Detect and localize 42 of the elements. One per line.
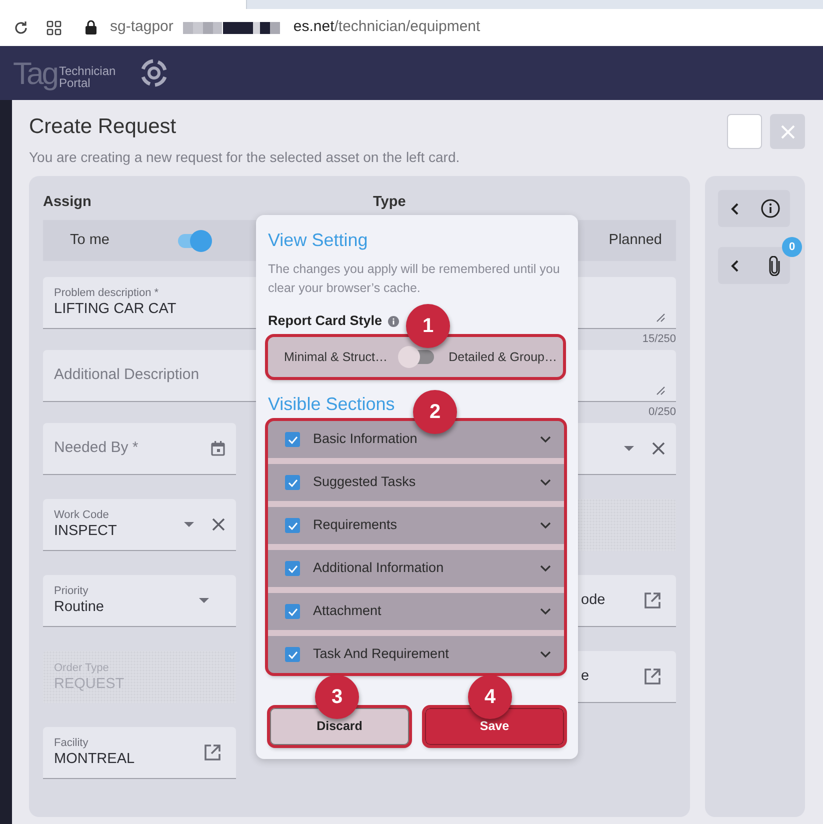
callout-marker: 3 <box>315 675 359 719</box>
field-label: Work Code <box>54 508 109 522</box>
field-label: Problem description * <box>54 286 159 300</box>
field-value: INSPECT <box>54 522 117 541</box>
toggle-label: Planned <box>608 230 662 250</box>
page-subtitle: You are creating a new request for the selected asset on the left card. <box>29 148 460 166</box>
section-label: Additional Information <box>313 559 445 578</box>
logo-text: Technician <box>58 64 116 76</box>
url-text: /technician/equipment <box>334 17 480 38</box>
url-text: es.net <box>293 17 334 38</box>
field-value: MONTREAL <box>54 750 135 769</box>
callout-marker: 1 <box>406 304 450 348</box>
field-label: Priority <box>54 584 88 598</box>
callout-marker: 2 <box>413 390 457 434</box>
logo-mark: Tag <box>13 58 57 88</box>
callout-marker: 4 <box>468 675 512 719</box>
section-title: Visible Sections <box>268 393 395 415</box>
url-text: sg-tagpor <box>110 17 174 38</box>
section-label: Assign <box>43 194 92 210</box>
section-label: Task And Requirement <box>313 645 450 664</box>
section-label: Type <box>373 193 406 211</box>
section-label: Attachment <box>313 602 382 620</box>
count-badge: 0 <box>782 237 802 257</box>
field-value: e <box>581 667 590 686</box>
page-title: Create Request <box>29 114 178 140</box>
section-label: Requirements <box>313 516 398 534</box>
toggle-label: To me <box>70 230 110 250</box>
setting-label: Report Card Style <box>268 312 382 330</box>
field-label: Facility <box>54 736 88 750</box>
field-placeholder: Needed By * <box>54 438 138 458</box>
popup-description: The changes you apply will be remembered until you clear your browser’s cache. <box>268 261 561 297</box>
logo-text: Portal <box>58 76 92 88</box>
section-label: Suggested Tasks <box>313 473 417 492</box>
character-counter: 15/250 <box>642 333 676 345</box>
character-counter: 0/250 <box>648 406 676 418</box>
field-value: LIFTING CAR CAT <box>54 300 176 319</box>
field-placeholder: Additional Description <box>54 365 200 386</box>
toggle-option: Detailed & Group… <box>448 348 557 366</box>
field-value: Routine <box>54 598 104 617</box>
toggle-option: Minimal & Struct… <box>284 348 388 366</box>
field-value: ode <box>581 591 606 610</box>
popup-title: View Setting <box>268 229 368 251</box>
